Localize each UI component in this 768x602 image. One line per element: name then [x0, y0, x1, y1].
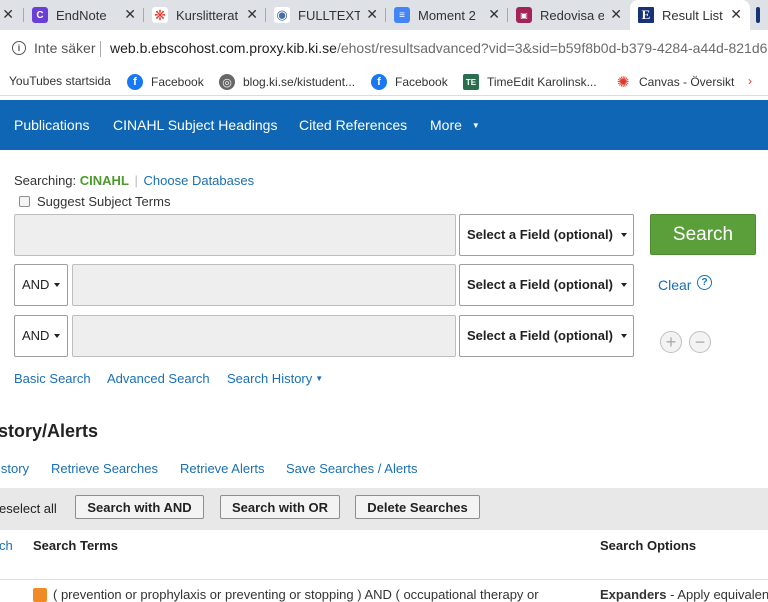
caret-down-icon: [621, 233, 627, 237]
bookmark-youtube[interactable]: YouTubes startsida: [9, 74, 111, 88]
search-input-3[interactable]: [72, 315, 456, 357]
redovisa-icon: ▣: [516, 7, 532, 23]
tab-label: Moment 2: [418, 7, 476, 23]
retrieve-searches-link[interactable]: Retrieve Searches: [51, 461, 158, 476]
facebook-icon: f: [371, 74, 387, 90]
nav-cited-references[interactable]: Cited References: [299, 117, 407, 133]
search-with-or-button[interactable]: Search with OR: [220, 495, 340, 519]
fulltext-icon: ◉: [274, 7, 290, 23]
nav-cinahl-subject-headings[interactable]: CINAHL Subject Headings: [113, 117, 277, 133]
save-searches-alerts-link[interactable]: Save Searches / Alerts: [286, 461, 418, 476]
close-icon[interactable]: ✕: [246, 6, 258, 23]
searching-line: Searching: CINAHL | Choose Databases: [14, 173, 255, 188]
close-icon[interactable]: ✕: [488, 6, 500, 23]
ebsco-icon: E: [638, 7, 654, 23]
search-history-link[interactable]: Search History ▼: [227, 371, 323, 386]
search-history-title: story/Alerts: [0, 421, 99, 441]
tab-label: Redovisa e: [540, 7, 604, 23]
tab-partial[interactable]: ✕: [0, 0, 24, 30]
search-button[interactable]: Search: [650, 214, 756, 255]
add-row-icon[interactable]: +: [660, 331, 682, 353]
field-select-2[interactable]: Select a Field (optional): [459, 264, 634, 306]
docs-icon: ≡: [394, 7, 410, 23]
ebsco-top-nav: Publications CINAHL Subject Headings Cit…: [0, 100, 768, 150]
advanced-search-link[interactable]: Advanced Search: [107, 371, 210, 386]
retrieve-alerts-link[interactable]: Retrieve Alerts: [180, 461, 265, 476]
search-input-1[interactable]: [14, 214, 456, 256]
globe-icon: ◎: [219, 74, 235, 90]
search-with-and-button[interactable]: Search with AND: [75, 495, 204, 519]
tab-result-list[interactable]: E Result List ✕: [630, 0, 750, 30]
bookmark-facebook-2[interactable]: f Facebook: [371, 74, 448, 90]
field-select-1[interactable]: Select a Field (optional): [459, 214, 634, 256]
timeedit-icon: TE: [463, 74, 479, 90]
delete-searches-button[interactable]: Delete Searches: [355, 495, 480, 519]
tab-label: EndNote: [56, 7, 107, 23]
search-id-column-header[interactable]: ch: [0, 538, 13, 553]
close-icon[interactable]: ✕: [610, 6, 622, 23]
caret-down-icon: [54, 283, 60, 287]
suggest-subject-terms-checkbox[interactable]: [19, 196, 30, 207]
bookmark-facebook[interactable]: f Facebook: [127, 74, 204, 90]
basic-search-link[interactable]: Basic Search: [14, 371, 91, 386]
search-options-column-header: Search Options: [600, 538, 697, 553]
close-icon[interactable]: ✕: [124, 6, 136, 23]
boolean-select-2[interactable]: AND: [14, 264, 68, 306]
print-history-link[interactable]: istory: [0, 461, 29, 476]
info-icon[interactable]: i: [12, 41, 26, 55]
bookmark-ki-blog[interactable]: ◎ blog.ki.se/kistudent...: [219, 74, 355, 90]
address-bar[interactable]: i Inte säker web.b.ebscohost.com.proxy.k…: [0, 30, 768, 68]
url-text[interactable]: web.b.ebscohost.com.proxy.kib.ki.se/ehos…: [110, 40, 767, 56]
caret-down-icon: ▼: [471, 121, 480, 130]
tab-redovisa[interactable]: ▣ Redovisa e ✕: [508, 0, 630, 30]
nav-publications[interactable]: Publications: [14, 117, 90, 133]
bookmarks-bar: YouTubes startsida f Facebook ◎ blog.ki.se…: [0, 68, 768, 96]
canvas-icon: ❋: [152, 7, 168, 23]
suggest-subject-terms-label: Suggest Subject Terms: [37, 194, 171, 209]
tab-label: FULLTEXT: [298, 7, 360, 23]
caret-down-icon: [621, 334, 627, 338]
tab-label: Kurslitterat: [176, 7, 238, 23]
tab-fulltext[interactable]: ◉ FULLTEXT ✕: [266, 0, 386, 30]
choose-databases-link[interactable]: Choose Databases: [144, 173, 255, 188]
help-icon[interactable]: ?: [697, 275, 712, 290]
tab-kurslitteratur[interactable]: ❋ Kurslitterat ✕: [144, 0, 266, 30]
caret-down-icon: ▼: [315, 374, 324, 383]
search-terms-column-header: Search Terms: [33, 538, 119, 553]
ebsco-icon: [756, 7, 760, 23]
tab-endnote[interactable]: C EndNote ✕: [24, 0, 144, 30]
database-name: CINAHL: [79, 173, 129, 188]
boolean-select-3[interactable]: AND: [14, 315, 68, 357]
close-icon[interactable]: ✕: [2, 6, 14, 23]
close-icon[interactable]: ✕: [366, 6, 378, 23]
browser-tab-strip: ✕ C EndNote ✕ ❋ Kurslitterat ✕ ◉ FULLTEX…: [0, 0, 768, 30]
facebook-icon: f: [127, 74, 143, 90]
clear-link[interactable]: Clear: [658, 277, 691, 293]
caret-down-icon: [54, 334, 60, 338]
bookmark-canvas[interactable]: ✺ Canvas - Översikt: [615, 74, 734, 91]
more-bookmarks-icon[interactable]: ›: [748, 74, 752, 88]
tab-label: Result List: [662, 7, 723, 23]
field-select-3[interactable]: Select a Field (optional): [459, 315, 634, 357]
bookmark-timeedit[interactable]: TE TimeEdit Karolinsk...: [463, 74, 597, 90]
endnote-icon: C: [32, 7, 48, 23]
nav-more[interactable]: More ▼: [430, 117, 480, 133]
tab-partial-right[interactable]: [750, 0, 768, 30]
remove-row-icon[interactable]: −: [689, 331, 711, 353]
canvas-icon: ✺: [615, 74, 631, 91]
search-input-2[interactable]: [72, 264, 456, 306]
caret-down-icon: [621, 283, 627, 287]
close-icon[interactable]: ✕: [730, 6, 742, 23]
deselect-all-link[interactable]: eselect all: [0, 501, 57, 516]
tab-moment[interactable]: ≡ Moment 2 ✕: [386, 0, 508, 30]
security-label: Inte säker: [34, 40, 96, 56]
